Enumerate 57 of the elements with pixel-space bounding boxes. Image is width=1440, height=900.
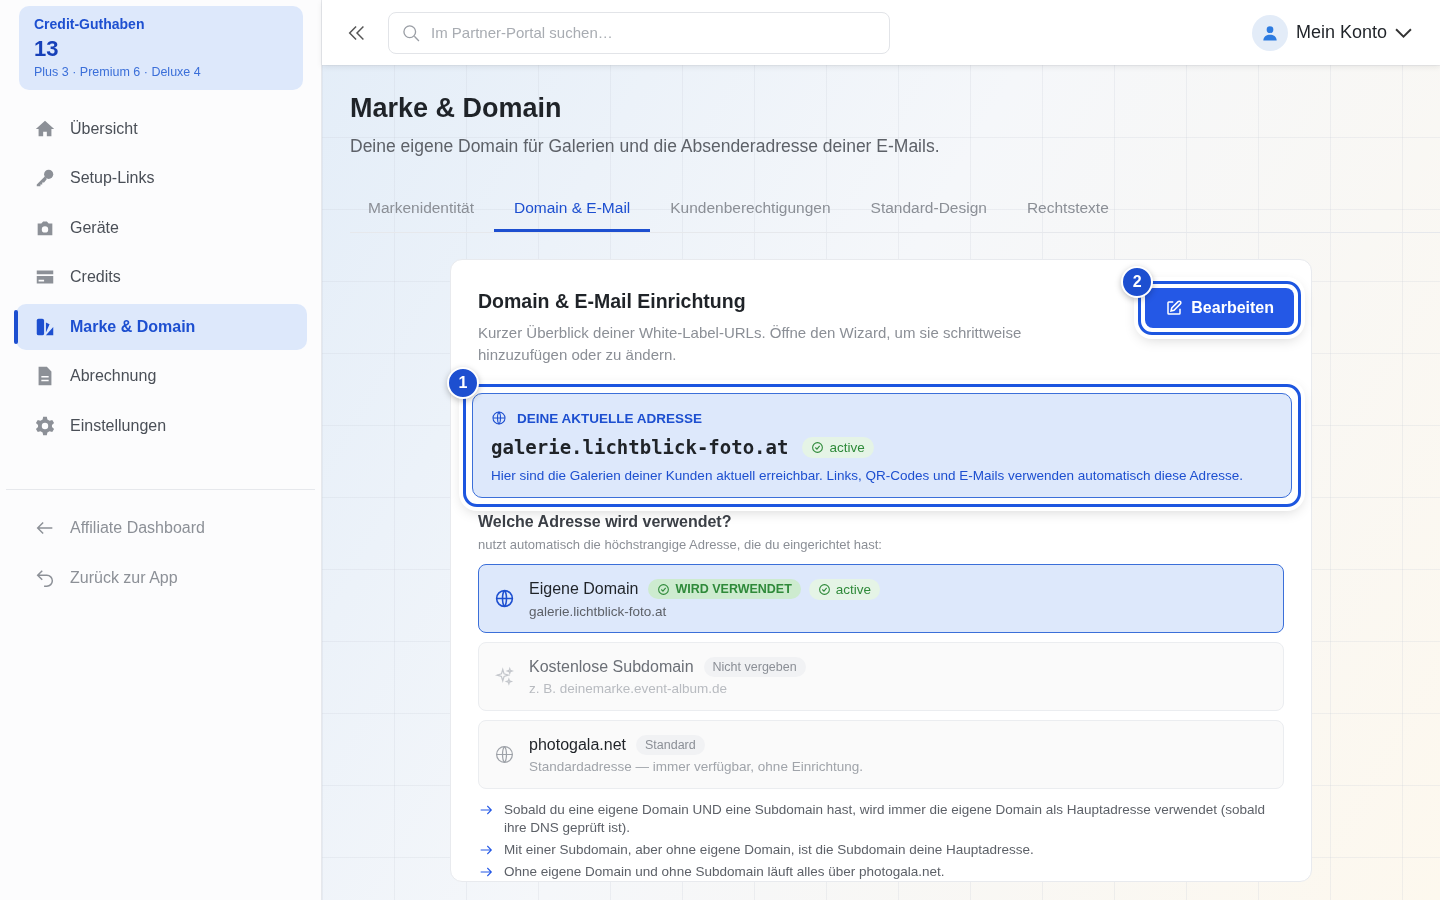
sidebar-link[interactable]: Affiliate Dashboard — [16, 505, 307, 551]
chevron-down-icon — [1395, 27, 1412, 38]
sidebar-item[interactable]: Credits — [16, 254, 307, 300]
sparkle-icon — [494, 666, 515, 687]
current-address: galerie.lichtblick-foto.at — [491, 436, 789, 458]
option-detail: Standardadresse — immer verfügbar, ohne Einrichtung. — [529, 759, 863, 774]
globe-icon — [494, 588, 515, 609]
sidebar-item[interactable]: Setup-Links — [16, 155, 307, 201]
credit-title: Credit-Guthaben — [34, 16, 146, 32]
settings-icon — [34, 414, 56, 437]
edit-button[interactable]: Bearbeiten — [1145, 288, 1294, 328]
globe-icon — [494, 744, 515, 765]
option-title: Eigene Domain — [529, 580, 639, 598]
globe-icon — [491, 410, 507, 426]
current-address-label: DEINE AKTUELLE ADRESSE — [517, 410, 703, 426]
rule-text: Mit einer Subdomain, aber ohne eigene Domain, ist die Subdomain deine Hauptadresse. — [504, 841, 1034, 859]
check-circle-icon — [817, 582, 831, 596]
check-circle-icon — [811, 440, 825, 454]
tab[interactable]: Rechtstexte — [1006, 185, 1129, 232]
sidebar-item[interactable]: Geräte — [16, 205, 307, 251]
address-option[interactable]: photogala.net Standard Standardadresse — immer verfügbar, ohne Einrichtung. — [478, 720, 1284, 789]
credit-detail: Plus 3 · Premium 6 · Deluxe 4 — [34, 65, 202, 79]
option-title: photogala.net — [529, 736, 626, 754]
option-tag: Nicht vergeben — [703, 657, 806, 677]
step-marker: 2 — [1121, 266, 1154, 298]
check-circle-icon — [657, 582, 671, 596]
credit-value: 13 — [34, 36, 60, 62]
status-badge: active — [808, 578, 881, 600]
option-tag: Standard — [636, 735, 705, 755]
edit-icon — [1165, 299, 1184, 317]
sidebar-item[interactable]: Marke & Domain — [16, 304, 307, 350]
section-hint: nutzt automatisch die höchstrangige Adresse, die du eingerichtet hast: — [478, 537, 883, 552]
status-badge: active — [802, 436, 874, 458]
card-description: Kurzer Überblick deiner White-Label-URLs. Öffne den Wizard, um sie schrittweise hinzuzufügen oder zu ändern. — [478, 323, 1023, 365]
account-menu[interactable]: Mein Konto — [1245, 13, 1418, 52]
sidebar-item[interactable]: Abrechnung — [16, 353, 307, 399]
current-address-note: Hier sind die Galerien deiner Kunden aktuell erreichbar. Links, QR-Codes und E-Mails verwenden automatisch diese Adresse. — [491, 468, 1244, 483]
search-icon — [401, 22, 421, 43]
search-input[interactable]: Im Partner-Portal suchen… — [431, 17, 877, 48]
option-detail: galerie.lichtblick-foto.at — [529, 603, 668, 619]
sidebar-link[interactable]: Zurück zur App — [16, 555, 307, 601]
avatar-icon — [1251, 14, 1288, 51]
page-title: Marke & Domain — [350, 93, 563, 124]
option-title: Kostenlose Subdomain — [529, 658, 694, 676]
address-option[interactable]: Eigene Domain WIRD VERWENDET active galerie.lichtblick-foto.at — [478, 564, 1284, 633]
card-title: Domain & E-Mail Einrichtung — [478, 290, 747, 313]
sidebar-item[interactable]: Einstellungen — [16, 403, 307, 449]
option-tag: WIRD VERWENDET — [648, 579, 801, 599]
page-subtitle: Deine eigene Domain für Galerien und die Absenderadresse deiner E-Mails. — [350, 136, 941, 157]
step-marker: 1 — [447, 367, 479, 399]
section-title: Welche Adresse wird verwendet? — [478, 513, 733, 531]
option-detail: z. B. deinemarke.event-album.de — [529, 681, 729, 696]
sidebar-item[interactable]: Übersicht — [16, 106, 307, 152]
search-field[interactable]: Im Partner-Portal suchen… — [388, 11, 890, 54]
rule-text: Ohne eigene Domain und ohne Subdomain läuft alles über photogala.net. — [504, 863, 945, 881]
tab[interactable]: Domain & E-Mail — [494, 185, 651, 232]
rule-text: Sobald du eine eigene Domain UND eine Subdomain hast, wird immer die eigene Domain als Hauptadresse verwendet (sobald ihre DNS geprüft ist). — [504, 801, 1266, 837]
